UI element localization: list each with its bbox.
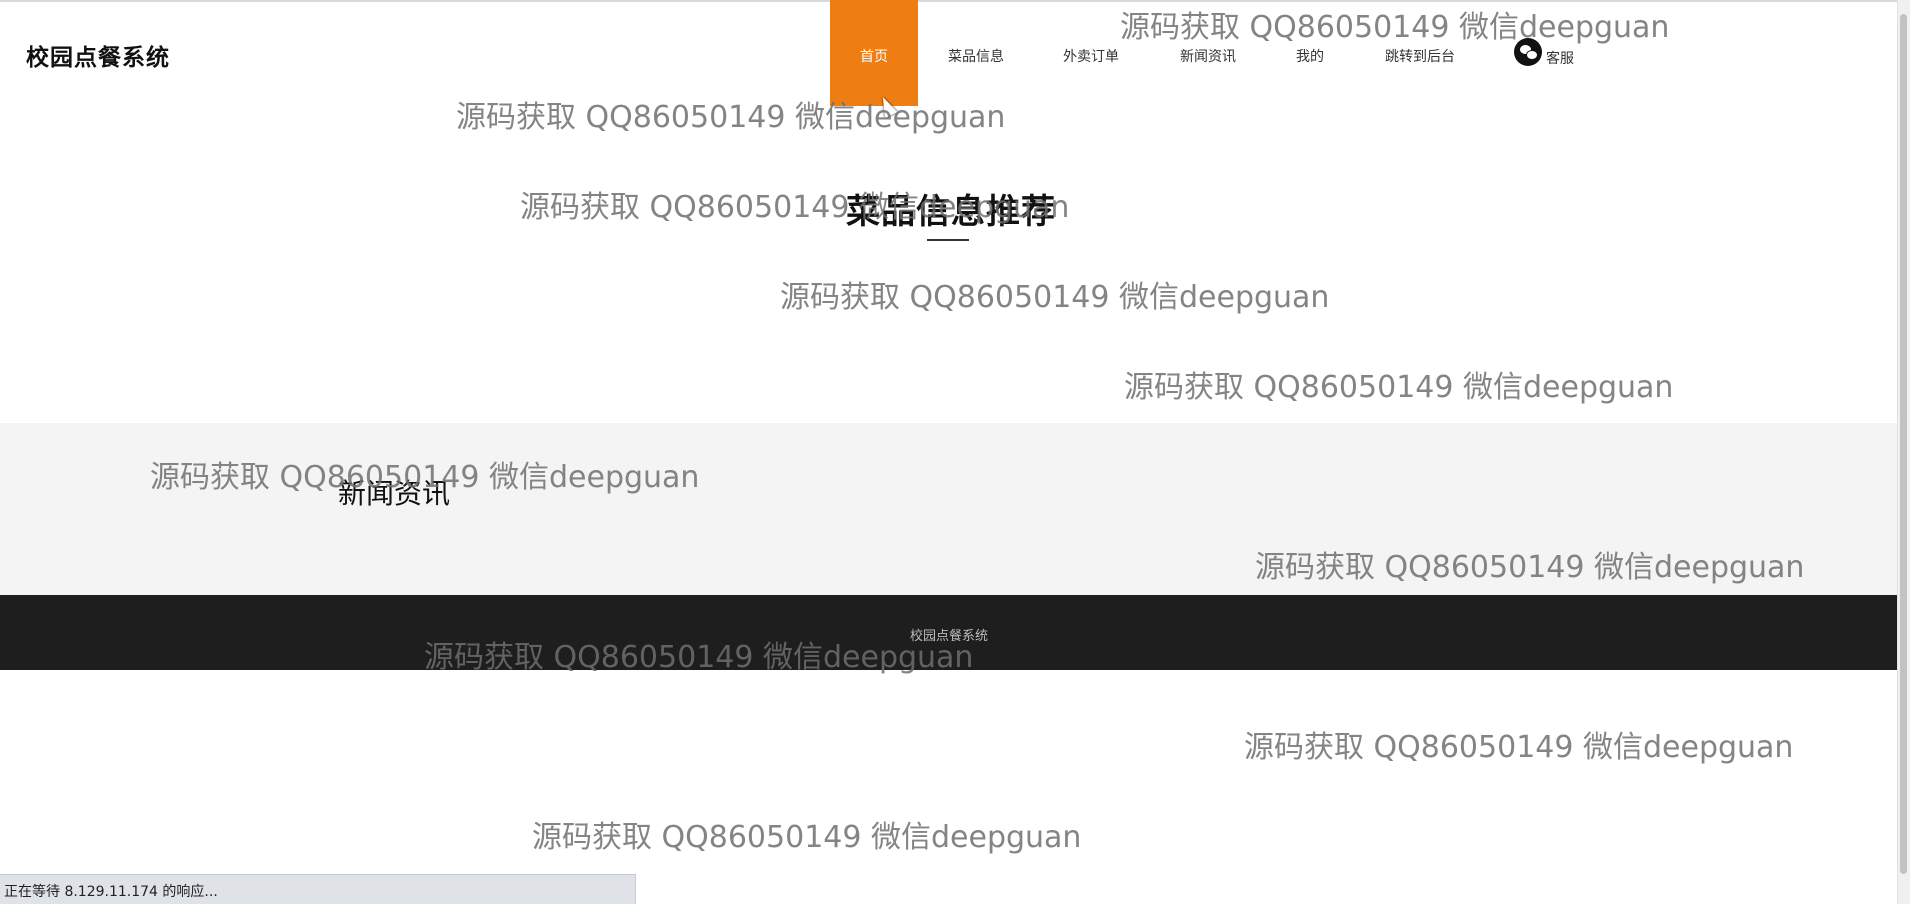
- nav-item-mine[interactable]: 我的: [1278, 0, 1342, 106]
- footer: 校园点餐系统: [0, 595, 1898, 670]
- watermark: 源码获取 QQ86050149 微信deepguan: [780, 280, 1330, 315]
- customer-service-label: 客服: [1546, 51, 1574, 67]
- nav-item-home[interactable]: 首页: [830, 0, 918, 106]
- browser-status-bar: 正在等待 8.129.11.174 的响应...: [0, 874, 636, 904]
- wechat-icon: [1514, 38, 1542, 66]
- customer-service-button[interactable]: 客服: [1514, 38, 1574, 67]
- nav-item-dishes[interactable]: 菜品信息: [930, 0, 1022, 106]
- nav-item-news[interactable]: 新闻资讯: [1162, 0, 1254, 106]
- news-section-title: 新闻资讯: [338, 477, 451, 510]
- nav-item-backend[interactable]: 跳转到后台: [1370, 0, 1470, 106]
- nav-item-orders[interactable]: 外卖订单: [1045, 0, 1137, 106]
- page: 校园点餐系统 首页 菜品信息 外卖订单 新闻资讯 我的 跳转到后台 客服 菜品信…: [0, 0, 1910, 904]
- watermark: 源码获取 QQ86050149 微信deepguan: [1244, 730, 1794, 765]
- recommend-section-title: 菜品信息推荐: [846, 192, 1056, 232]
- watermark: 源码获取 QQ86050149 微信deepguan: [1124, 370, 1674, 405]
- main-nav: 首页 菜品信息 外卖订单 新闻资讯 我的 跳转到后台 客服: [0, 0, 1898, 108]
- footer-text: 校园点餐系统: [909, 629, 988, 644]
- scrollbar-thumb[interactable]: [1900, 14, 1907, 874]
- watermark: 源码获取 QQ86050149 微信deepguan: [532, 820, 1082, 855]
- vertical-scrollbar[interactable]: [1897, 0, 1910, 904]
- news-section: [0, 423, 1898, 595]
- heading-underline: [927, 239, 969, 241]
